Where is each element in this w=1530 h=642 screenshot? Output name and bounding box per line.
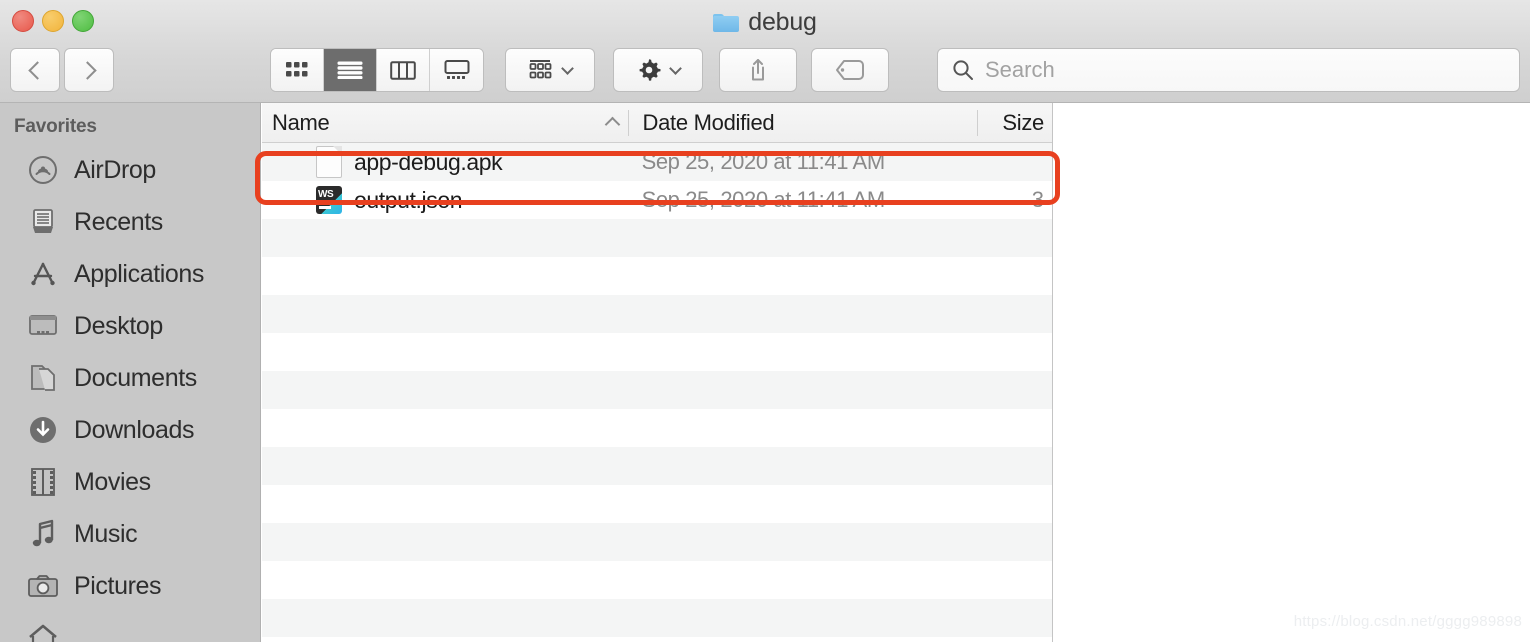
column-header-size[interactable]: Size xyxy=(977,109,1052,136)
chevron-down-icon xyxy=(561,61,574,75)
sidebar-item-label: AirDrop xyxy=(74,155,156,184)
sidebar-item-downloads[interactable]: Downloads xyxy=(0,404,260,456)
file-name-cell: WS output.json xyxy=(262,186,628,214)
chevron-right-icon xyxy=(77,60,97,80)
back-button[interactable] xyxy=(10,48,60,92)
file-name-cell: app-debug.apk xyxy=(262,146,628,178)
chevron-left-icon xyxy=(27,60,47,80)
music-icon xyxy=(26,517,60,551)
table-row-empty[interactable] xyxy=(262,523,1052,561)
sidebar-item-movies[interactable]: Movies xyxy=(0,456,260,508)
sidebar-item-airdrop[interactable]: AirDrop xyxy=(0,144,260,196)
column-header-label: Size xyxy=(1002,109,1044,135)
chevron-down-icon xyxy=(669,61,682,75)
table-row-empty[interactable] xyxy=(262,409,1052,447)
file-name: output.json xyxy=(354,186,463,213)
file-list-panel: Name Date Modified Size app-debug.apk Se… xyxy=(262,103,1053,642)
view-mode-segmented-control xyxy=(270,48,484,92)
sidebar-item-label: Downloads xyxy=(74,415,195,444)
webstorm-icon: WS xyxy=(316,186,342,214)
list-view-button[interactable] xyxy=(324,49,377,91)
desktop-icon xyxy=(26,309,60,343)
movies-icon xyxy=(26,465,60,499)
column-view-button[interactable] xyxy=(377,49,430,91)
column-header-name[interactable]: Name xyxy=(262,110,628,136)
sidebar: Favorites AirDrop Recents Applications D… xyxy=(0,103,261,642)
search-icon xyxy=(953,60,973,80)
table-row-empty[interactable] xyxy=(262,295,1052,333)
home-icon xyxy=(26,621,60,642)
sidebar-item-label: Pictures xyxy=(74,571,162,600)
empty-rows xyxy=(262,219,1052,637)
icon-view-button[interactable] xyxy=(271,49,324,91)
watermark: https://blog.csdn.net/gggg989898 xyxy=(1293,613,1522,630)
table-row[interactable]: app-debug.apk Sep 25, 2020 at 11:41 AM xyxy=(262,143,1052,181)
file-name: app-debug.apk xyxy=(354,148,503,175)
gear-icon xyxy=(639,59,661,81)
table-row-empty[interactable] xyxy=(262,371,1052,409)
window-title-text: debug xyxy=(748,7,817,36)
file-date-cell: Sep 25, 2020 at 11:41 AM xyxy=(628,187,978,213)
file-size: 3 xyxy=(1031,187,1044,212)
folder-icon xyxy=(713,12,740,32)
document-icon xyxy=(316,146,342,178)
column-header-label: Name xyxy=(272,109,330,135)
navigation-buttons xyxy=(10,48,114,92)
column-header-label: Date Modified xyxy=(642,109,775,135)
column-headers: Name Date Modified Size xyxy=(262,103,1052,143)
sidebar-section-favorites: Favorites xyxy=(14,116,97,137)
sidebar-item-applications[interactable]: Applications xyxy=(0,248,260,300)
window-title: debug xyxy=(0,6,1530,38)
tag-icon xyxy=(836,60,864,80)
table-row-empty[interactable] xyxy=(262,485,1052,523)
table-row-empty[interactable] xyxy=(262,219,1052,257)
sidebar-item-music[interactable]: Music xyxy=(0,508,260,560)
finder-window: debug Search Favorites AirDrop Recents A… xyxy=(0,0,1530,642)
pictures-icon xyxy=(26,569,60,603)
columns-icon xyxy=(390,60,416,80)
sidebar-item-label: Music xyxy=(74,519,138,548)
file-date: Sep 25, 2020 at 11:41 AM xyxy=(641,149,886,174)
list-icon xyxy=(337,61,363,79)
sort-ascending-icon xyxy=(604,116,620,133)
file-date: Sep 25, 2020 at 11:41 AM xyxy=(641,187,886,212)
gallery-view-button[interactable] xyxy=(430,49,483,91)
table-row-empty[interactable] xyxy=(262,257,1052,295)
search-input[interactable] xyxy=(985,57,1505,83)
column-header-date-modified[interactable]: Date Modified xyxy=(627,109,978,136)
sidebar-item-pictures[interactable]: Pictures xyxy=(0,560,260,612)
recents-icon xyxy=(26,205,60,239)
downloads-icon xyxy=(26,413,60,447)
arrange-grid-icon xyxy=(529,60,552,79)
sidebar-item-label: Desktop xyxy=(74,311,163,340)
tags-button[interactable] xyxy=(811,48,889,92)
sidebar-item-label: Applications xyxy=(74,259,205,288)
applications-icon xyxy=(26,257,60,291)
forward-button[interactable] xyxy=(64,48,114,92)
airdrop-icon xyxy=(26,153,60,187)
table-row-empty[interactable] xyxy=(262,447,1052,485)
share-icon xyxy=(752,59,764,81)
file-date-cell: Sep 25, 2020 at 11:41 AM xyxy=(628,149,978,175)
gallery-icon xyxy=(444,60,469,79)
sidebar-item-documents[interactable]: Documents xyxy=(0,352,260,404)
sidebar-item-label: Recents xyxy=(74,207,163,236)
table-row-empty[interactable] xyxy=(262,561,1052,599)
documents-icon xyxy=(26,361,60,395)
sidebar-item-recents[interactable]: Recents xyxy=(0,196,260,248)
search-field[interactable] xyxy=(937,48,1520,92)
arrange-by-button[interactable] xyxy=(505,48,595,92)
sidebar-item-label: Movies xyxy=(74,467,151,496)
grid-icon xyxy=(286,62,308,77)
sidebar-item-desktop[interactable]: Desktop xyxy=(0,300,260,352)
share-button[interactable] xyxy=(719,48,797,92)
sidebar-item-label: Documents xyxy=(74,363,197,392)
action-menu-button[interactable] xyxy=(613,48,703,92)
file-size-cell: 3 xyxy=(977,187,1052,213)
table-row-empty[interactable] xyxy=(262,333,1052,371)
sidebar-item-home[interactable] xyxy=(0,612,260,642)
table-row[interactable]: WS output.json Sep 25, 2020 at 11:41 AM … xyxy=(262,181,1052,219)
table-row-empty[interactable] xyxy=(262,599,1052,637)
window-titlebar: debug xyxy=(0,0,1530,103)
